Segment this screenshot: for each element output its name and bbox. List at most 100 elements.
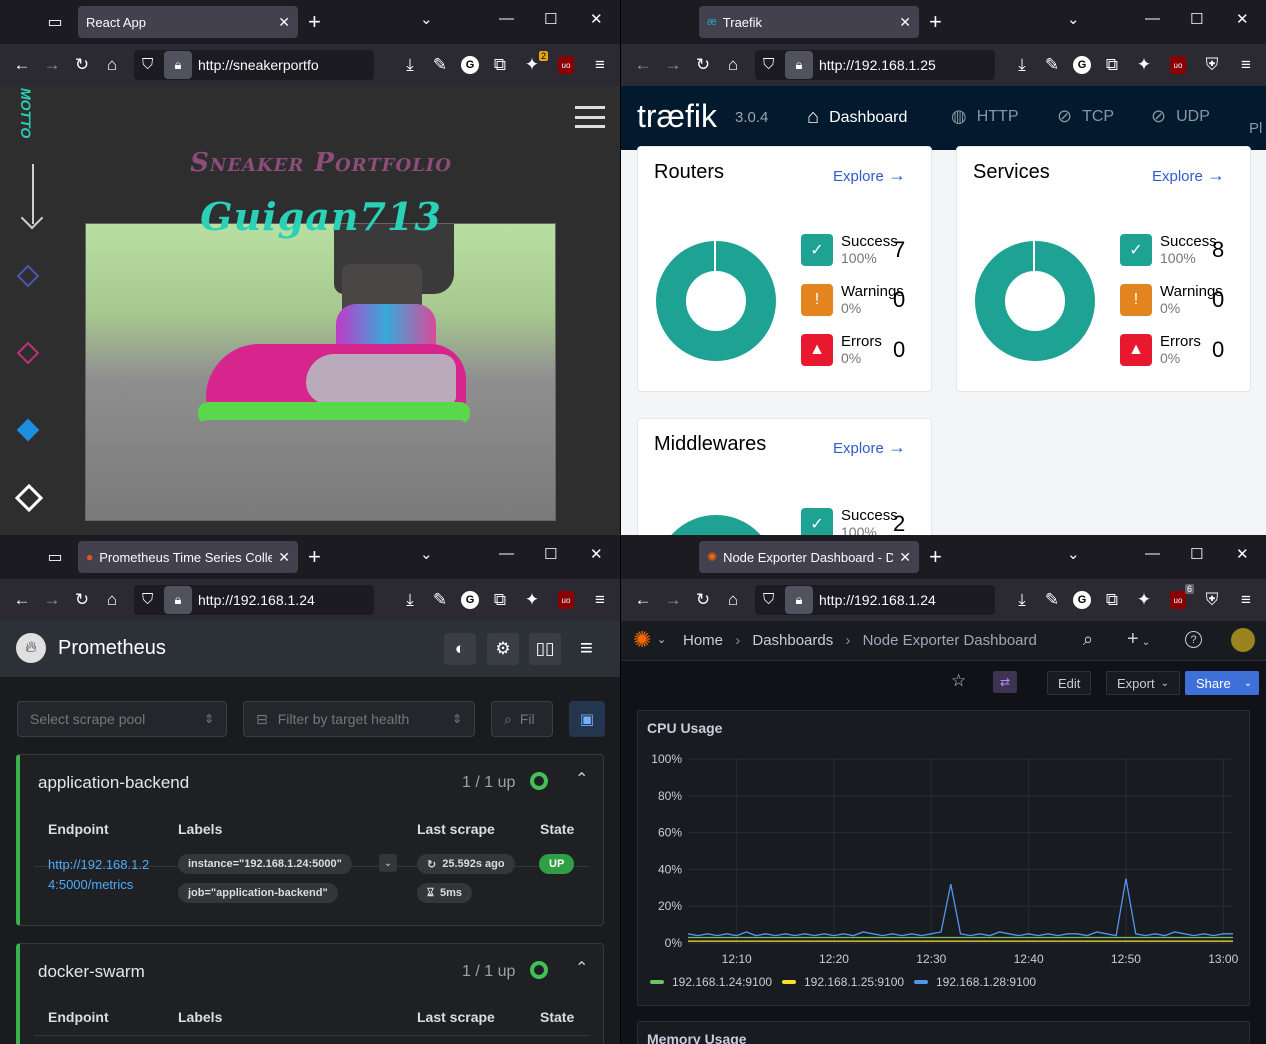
wrench-icon[interactable]: ✎: [1040, 53, 1064, 77]
breadcrumb-dashboards[interactable]: Dashboards: [752, 632, 833, 649]
breadcrumb-home[interactable]: Home: [683, 632, 723, 649]
traefik-logo[interactable]: træfik: [637, 98, 717, 135]
theme-toggle-icon[interactable]: ◐: [444, 633, 476, 665]
app-name[interactable]: Prometheus: [58, 637, 166, 660]
chevron-up-icon[interactable]: ⌃: [575, 958, 588, 978]
explore-link[interactable]: Explore →: [833, 437, 906, 458]
minimize-icon[interactable]: —: [499, 10, 514, 27]
download-icon[interactable]: ⤓: [1010, 588, 1034, 612]
hamburger-menu-icon[interactable]: ≡: [580, 637, 593, 659]
nav-dashboard[interactable]: ⌂ Dashboard: [807, 106, 907, 129]
search-icon[interactable]: ⌕: [1083, 629, 1093, 650]
extension-icon[interactable]: ✦: [520, 588, 544, 612]
minimize-icon[interactable]: —: [1145, 545, 1160, 562]
forward-icon[interactable]: →: [40, 588, 64, 612]
url-bar[interactable]: ⛉ 🔒︎ http://sneakerportfo: [134, 50, 374, 80]
nav-tcp[interactable]: ⊘ TCP: [1057, 106, 1114, 127]
avatar[interactable]: [1231, 628, 1255, 652]
tab-list-icon[interactable]: ▭: [41, 543, 69, 571]
close-window-icon[interactable]: ✕: [590, 545, 603, 563]
back-icon[interactable]: ←: [10, 53, 34, 77]
reload-icon[interactable]: ↻: [691, 53, 715, 77]
target-icon[interactable]: [16, 341, 40, 365]
cursor-diamond-icon[interactable]: [14, 483, 44, 513]
home-icon[interactable]: ⌂: [100, 588, 124, 612]
tab-grafana[interactable]: ✺ Node Exporter Dashboard - Das ✕: [699, 541, 919, 573]
ublock-icon[interactable]: uo 6: [1166, 584, 1194, 612]
expand-labels-icon[interactable]: ⌄: [379, 854, 397, 872]
home-icon[interactable]: ⌂: [721, 588, 745, 612]
hamburger-menu-icon[interactable]: [575, 106, 605, 128]
grammarly-icon[interactable]: G: [458, 53, 482, 77]
nav-plugins[interactable]: Pl: [1249, 120, 1262, 137]
nav-http[interactable]: ◍ HTTP: [951, 106, 1019, 127]
share-dropdown-button[interactable]: ⌄: [1237, 671, 1259, 695]
extensions-icon[interactable]: ⧉: [1100, 588, 1124, 612]
ublock-icon[interactable]: uo: [1166, 53, 1190, 77]
minimize-icon[interactable]: —: [499, 545, 514, 562]
download-icon[interactable]: ⤓: [398, 588, 422, 612]
close-tab-icon[interactable]: ✕: [278, 14, 290, 31]
url-bar[interactable]: ⛉ 🔒︎ http://192.168.1.25: [755, 50, 995, 80]
url-bar[interactable]: ⛉ 🔒︎ http://192.168.1.24: [755, 585, 995, 615]
status-success[interactable]: ✓ Success 100% 8: [1120, 233, 1224, 267]
prometheus-logo-icon[interactable]: 🔥︎: [16, 633, 46, 663]
back-icon[interactable]: ←: [10, 588, 34, 612]
ublock-icon[interactable]: uo: [554, 53, 578, 77]
maximize-icon[interactable]: ☐: [544, 545, 557, 563]
extension-icon[interactable]: ✦: [1132, 588, 1156, 612]
new-tab-button[interactable]: +: [929, 546, 942, 568]
endpoint-link[interactable]: http://192.168.1.2 4:5000/metrics: [48, 855, 149, 895]
explore-link[interactable]: Explore →: [833, 165, 906, 186]
new-tab-button[interactable]: +: [308, 546, 321, 568]
star-icon[interactable]: ☆: [951, 671, 966, 691]
minimize-icon[interactable]: —: [1145, 10, 1160, 27]
extensions-icon[interactable]: ⧉: [488, 53, 512, 77]
settings-gear-icon[interactable]: ⚙: [487, 633, 519, 665]
close-window-icon[interactable]: ✕: [1236, 10, 1249, 28]
download-icon[interactable]: ⤓: [1010, 53, 1034, 77]
legend-item[interactable]: 192.168.1.25:9100: [782, 975, 904, 989]
tab-traefik[interactable]: æ Traefik ✕: [699, 6, 919, 38]
maximize-icon[interactable]: ☐: [544, 10, 557, 28]
wrench-icon[interactable]: ✎: [1040, 588, 1064, 612]
new-tab-button[interactable]: +: [929, 11, 942, 33]
close-tab-icon[interactable]: ✕: [899, 549, 911, 566]
chevron-down-icon[interactable]: ⌄: [1067, 10, 1080, 28]
extension-icon[interactable]: ✦ 2: [520, 51, 548, 77]
explore-link[interactable]: Explore →: [1152, 165, 1225, 186]
tab-list-icon[interactable]: ▭: [41, 8, 69, 36]
legend-item[interactable]: 192.168.1.24:9100: [650, 975, 772, 989]
grammarly-icon[interactable]: G: [1070, 588, 1094, 612]
tab-prometheus[interactable]: ● Prometheus Time Series Collect ✕: [78, 541, 298, 573]
collapse-all-button[interactable]: ▣: [569, 701, 605, 737]
wrench-icon[interactable]: ✎: [428, 53, 452, 77]
status-errors[interactable]: ▲ Errors 0% 0: [801, 333, 905, 367]
logo-chevron-icon[interactable]: ⌄: [657, 633, 666, 646]
add-icon[interactable]: + ⌄: [1127, 628, 1150, 651]
back-icon[interactable]: ←: [631, 588, 655, 612]
reload-icon[interactable]: ↻: [70, 588, 94, 612]
status-success[interactable]: ✓ Success 100% 7: [801, 233, 905, 267]
legend-item[interactable]: 192.168.1.28:9100: [914, 975, 1036, 989]
chevron-down-icon[interactable]: ⌄: [1067, 545, 1080, 563]
bitwarden-icon[interactable]: ⛨: [1200, 53, 1224, 77]
back-icon[interactable]: ←: [631, 53, 655, 77]
close-tab-icon[interactable]: ✕: [899, 14, 911, 31]
status-errors[interactable]: ▲ Errors 0% 0: [1120, 333, 1224, 367]
status-warnings[interactable]: ! Warnings 0% 0: [1120, 283, 1224, 317]
extensions-icon[interactable]: ⧉: [1100, 53, 1124, 77]
extension-icon[interactable]: ✦: [1132, 53, 1156, 77]
bitwarden-icon[interactable]: ⛨: [1200, 588, 1224, 612]
chevron-down-icon[interactable]: ⌄: [420, 10, 433, 28]
menu-icon[interactable]: ≡: [1234, 53, 1258, 77]
close-window-icon[interactable]: ✕: [1236, 545, 1249, 563]
url-bar[interactable]: ⛉ 🔒︎ http://192.168.1.24: [134, 585, 374, 615]
close-window-icon[interactable]: ✕: [590, 10, 603, 28]
tab-react-app[interactable]: React App ✕: [78, 6, 298, 38]
wrench-icon[interactable]: ✎: [428, 588, 452, 612]
extensions-icon[interactable]: ⧉: [488, 588, 512, 612]
forward-icon[interactable]: →: [40, 53, 64, 77]
edit-button[interactable]: Edit: [1047, 671, 1092, 695]
export-button[interactable]: Export ⌄: [1106, 671, 1180, 695]
